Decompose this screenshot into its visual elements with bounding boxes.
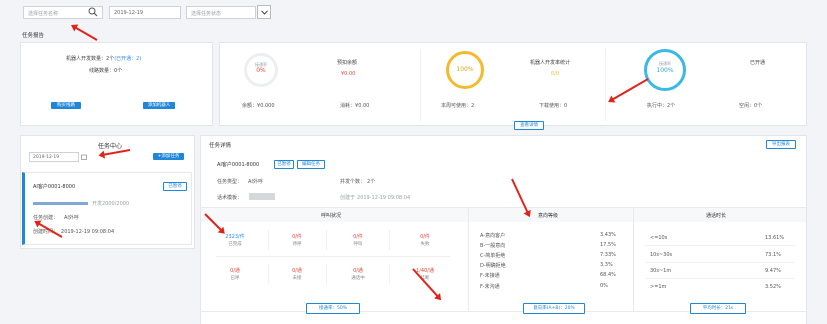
task-created-time: 创建时间： 2019-12-19 09:08:04 <box>33 229 115 235</box>
download-usage: 下载使用：0 <box>539 103 568 109</box>
call-stat: 0/通 通话中 <box>351 268 365 281</box>
running-count: 执行中：2个 <box>647 103 676 109</box>
connect-rate-value: 0% <box>256 67 266 74</box>
balance-amount: ¥0.00 <box>341 71 356 77</box>
search-icon[interactable] <box>88 7 98 19</box>
task-card-name: AI客户0001-8000 <box>33 184 76 190</box>
concurrency: 并发个数： 2个 <box>340 179 376 185</box>
call-stat: 2323/件 已完成 <box>225 234 245 247</box>
active-rate-value: 100% <box>656 67 674 74</box>
view-detail-button[interactable]: 查看详情 <box>514 121 544 130</box>
annotation-arrow <box>72 25 98 41</box>
task-center-title: 任务中心 <box>98 143 123 150</box>
intent-rate-button[interactable]: 意向率(A+B)：20% <box>523 303 585 314</box>
template-tag <box>249 193 275 200</box>
call-status-title: 呼叫状况 <box>321 213 342 219</box>
balance-title: 预扣余额 <box>337 60 358 66</box>
detail-task-name: AI客户0001-8000 <box>217 162 260 168</box>
robot-rate-title: 机器人开发率统计 <box>530 60 571 66</box>
connect-rate-button[interactable]: 接通率：50% <box>306 303 360 314</box>
call-stat: 0/件 待呼 <box>292 234 302 247</box>
status-dropdown-button[interactable] <box>257 5 271 19</box>
task-progress-text: 开发2000/2000 <box>92 201 130 207</box>
task-card[interactable]: AI客户0001-8000 已暂停 开发2000/2000 任务创建： AI外呼 … <box>22 172 192 245</box>
export-report-button[interactable]: 导出报表 <box>766 140 796 149</box>
task-detail-panel: 任务详情 导出报表 AI客户0001-8000 已暂停 编辑任务 任务类型： AI… <box>200 135 807 324</box>
call-stat: 0/件 失败 <box>420 234 430 247</box>
active-title: 已开通 <box>750 60 766 66</box>
pause-button[interactable]: 已暂停 <box>274 160 294 169</box>
idle-count: 空闲：0个 <box>739 103 763 109</box>
summary-card: 机器人开发数量：2个(已开通：2) 线路数量：0个 购买线路 添加机器人 <box>20 42 213 126</box>
weekly-usage: 本周可使用：2 <box>441 103 475 109</box>
call-stat: 0/通 未接 <box>292 268 302 281</box>
task-progress-bar <box>33 202 88 205</box>
task-date-input[interactable]: 2019-12-19 <box>29 152 79 162</box>
robot-rate-value: 100% <box>456 66 474 73</box>
calendar-icon[interactable] <box>81 154 87 162</box>
robot-count: 机器人开发数量：2个(已开通：2) <box>66 56 142 62</box>
line-count: 线路数量：0个 <box>89 68 123 74</box>
task-type: 任务类型： AI外呼 <box>217 179 263 185</box>
duration-title: 通话时长 <box>706 213 727 219</box>
detail-created: 创建于 2019-12-19 09:08:04 <box>340 195 411 201</box>
chevron-down-icon <box>261 10 268 15</box>
balance-left: 余额：¥0.000 <box>242 103 275 109</box>
section-title: 任务报告 <box>22 33 45 39</box>
add-task-button[interactable]: +添加任务 <box>153 153 184 160</box>
status-select[interactable]: 选择任务状态 <box>186 6 256 19</box>
edit-task-button[interactable]: 编辑任务 <box>297 160 325 169</box>
call-stat: 0/通 已呼 <box>230 268 240 281</box>
stats-panel <box>219 42 807 126</box>
avg-duration-button[interactable]: 平均时长：21s <box>690 303 746 314</box>
add-robot-button[interactable]: 添加机器人 <box>143 102 175 109</box>
task-detail-title: 任务详情 <box>209 143 232 149</box>
call-stat: 0/件 呼叫 <box>353 234 363 247</box>
consume-value: 消耗：¥0.00 <box>340 103 370 109</box>
intent-title: 意向等级 <box>538 213 559 219</box>
date-input[interactable]: 2019-12-19 <box>109 6 181 19</box>
task-card-status-button[interactable]: 已暂停 <box>163 182 187 191</box>
script-template: 话术模板： <box>217 195 243 201</box>
buy-lines-button[interactable]: 购买线路 <box>51 102 81 109</box>
